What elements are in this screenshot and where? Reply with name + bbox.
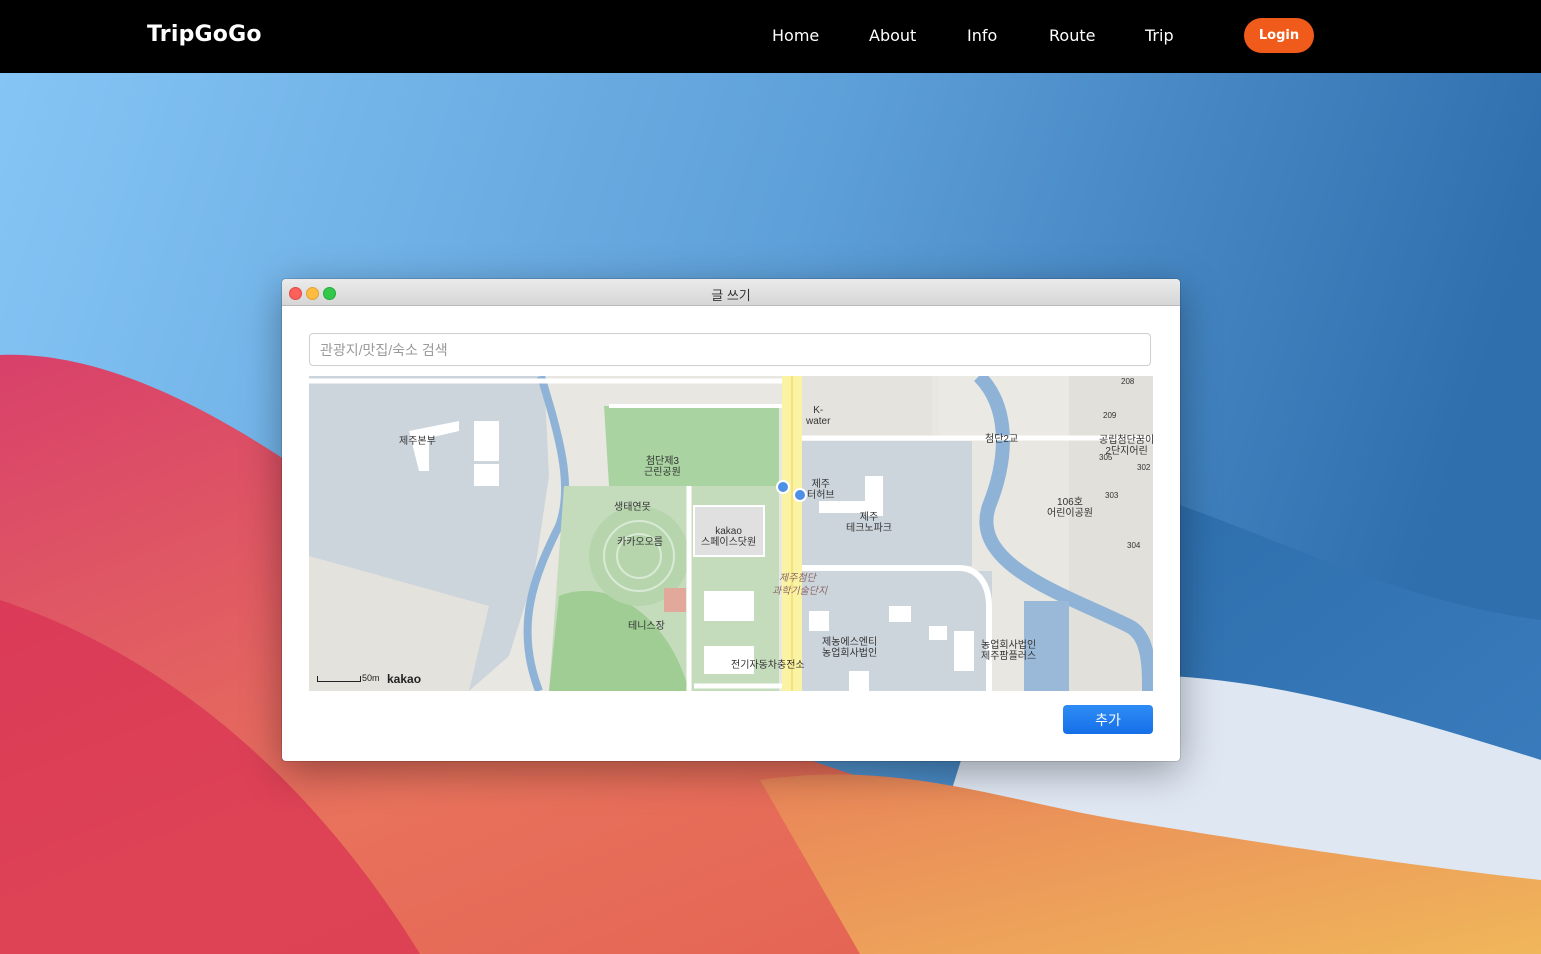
map-label: K- water bbox=[806, 405, 831, 427]
map-label: 302 bbox=[1137, 463, 1151, 472]
nav-info[interactable]: Info bbox=[967, 26, 997, 45]
map-label: 제주 터허브 bbox=[807, 479, 835, 501]
kakao-logo: kakao bbox=[387, 672, 422, 686]
map-label: 제주첨단 bbox=[779, 573, 816, 584]
map-label: 과학기술단지 bbox=[772, 586, 828, 597]
nav-about[interactable]: About bbox=[869, 26, 916, 45]
map-label: 208 bbox=[1121, 377, 1135, 386]
map-label: 전기자동차충전소 bbox=[731, 660, 805, 671]
map-label: 제주본부 bbox=[399, 436, 436, 447]
map-scale-bar bbox=[317, 676, 361, 682]
map-label: 305 bbox=[1099, 453, 1113, 462]
bus-stop-icon[interactable] bbox=[793, 488, 807, 502]
write-post-window: 글 쓰기 관광지/맛집/숙소 검색 제주본부 첨단제3 근린공원 생태연못 카카… bbox=[282, 279, 1180, 761]
map-label: 첨단제3 근린공원 bbox=[644, 456, 681, 478]
brand-logo[interactable]: TripGoGo bbox=[147, 22, 262, 47]
map-label: kakao 스페이스닷원 bbox=[701, 526, 757, 548]
map-label: 제주 테크노파크 bbox=[846, 512, 892, 534]
window-title: 글 쓰기 bbox=[711, 288, 751, 303]
add-button[interactable]: 추가 bbox=[1063, 705, 1153, 734]
map-scale-label: 50m bbox=[362, 673, 380, 683]
map-label: 106호 어린이공원 bbox=[1047, 497, 1093, 519]
nav-home[interactable]: Home bbox=[772, 26, 819, 45]
map-label: 304 bbox=[1127, 541, 1141, 550]
map-label: 농업회사법인 제주팜플러스 bbox=[981, 640, 1037, 662]
top-navbar: TripGoGo Home About Info Route Trip Logi… bbox=[0, 0, 1541, 73]
login-button[interactable]: Login bbox=[1244, 18, 1314, 53]
map-label: 카카오오름 bbox=[617, 537, 663, 548]
map-label: 303 bbox=[1105, 491, 1119, 500]
map-label: 첨단2교 bbox=[985, 434, 1019, 445]
map-label: 테니스장 bbox=[628, 621, 665, 632]
place-search-input[interactable] bbox=[309, 333, 1151, 366]
nav-route[interactable]: Route bbox=[1049, 26, 1095, 45]
map-label: 제농에스엔티 농업회사법인 bbox=[822, 637, 878, 659]
map-label: 생태연못 bbox=[614, 502, 651, 513]
kakao-map[interactable]: 제주본부 첨단제3 근린공원 생태연못 카카오오름 kakao 스페이스닷원 테… bbox=[309, 376, 1153, 691]
map-label: 209 bbox=[1103, 411, 1117, 420]
nav-trip[interactable]: Trip bbox=[1145, 26, 1174, 45]
window-titlebar[interactable]: 글 쓰기 bbox=[282, 279, 1180, 306]
bus-stop-icon[interactable] bbox=[776, 480, 790, 494]
